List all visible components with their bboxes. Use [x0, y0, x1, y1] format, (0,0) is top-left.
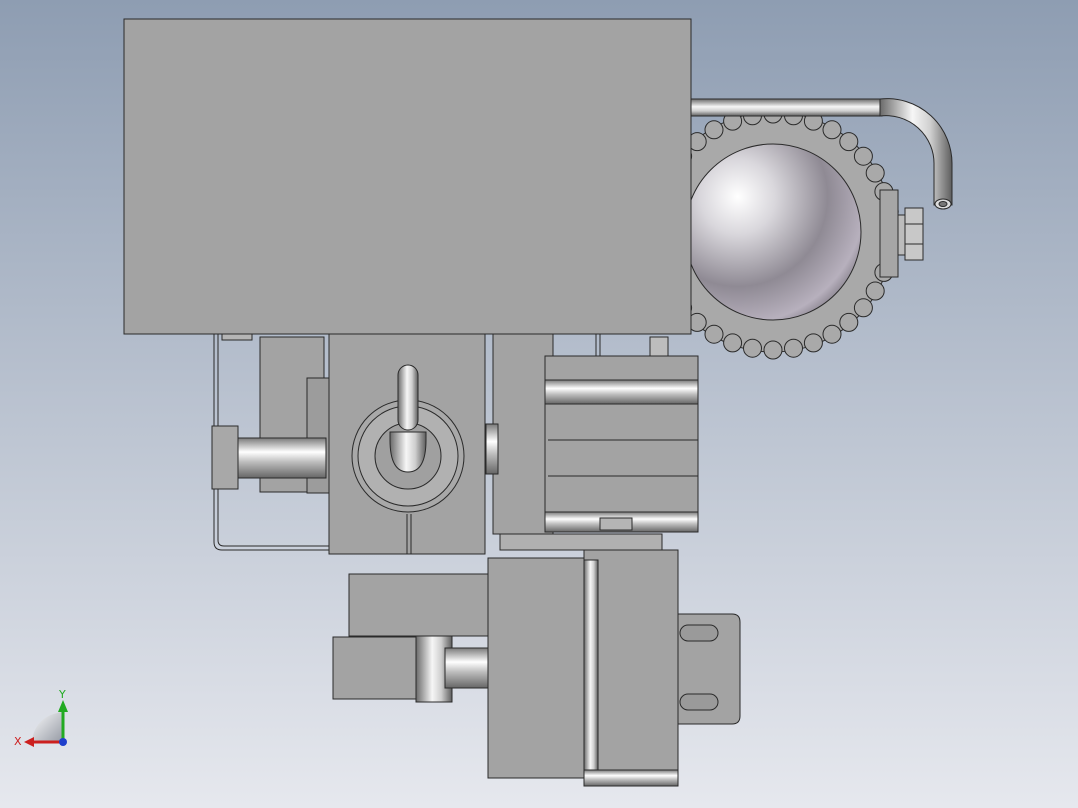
knurl-bump: [723, 333, 743, 353]
knurl-bump: [865, 163, 885, 183]
knurl-bump: [822, 120, 842, 140]
knurl-bump: [839, 132, 859, 152]
knurl-bump: [822, 324, 842, 344]
knurl-bump: [743, 338, 762, 358]
knurl-bump: [784, 338, 803, 358]
knurl-bump: [853, 146, 873, 166]
cad-model-drawing[interactable]: X Y: [0, 0, 1078, 808]
knurl-bump: [763, 340, 783, 360]
right-clamp-block: [485, 333, 699, 535]
connector-strip: [499, 533, 663, 551]
chrome-sphere: [684, 143, 862, 321]
knurl-bump: [865, 281, 885, 301]
cad-viewport[interactable]: X Y: [0, 0, 1078, 808]
center-block: [328, 333, 486, 555]
main-housing: [123, 18, 692, 335]
x-axis-label: X: [14, 735, 22, 748]
mounting-tab: [649, 336, 669, 358]
knurl-bump: [704, 120, 724, 140]
knurl-bump: [704, 324, 724, 344]
y-axis-label: Y: [58, 688, 66, 701]
knurl-bump: [803, 333, 823, 353]
knurl-bump: [839, 312, 859, 332]
knurl-bump: [853, 298, 873, 318]
